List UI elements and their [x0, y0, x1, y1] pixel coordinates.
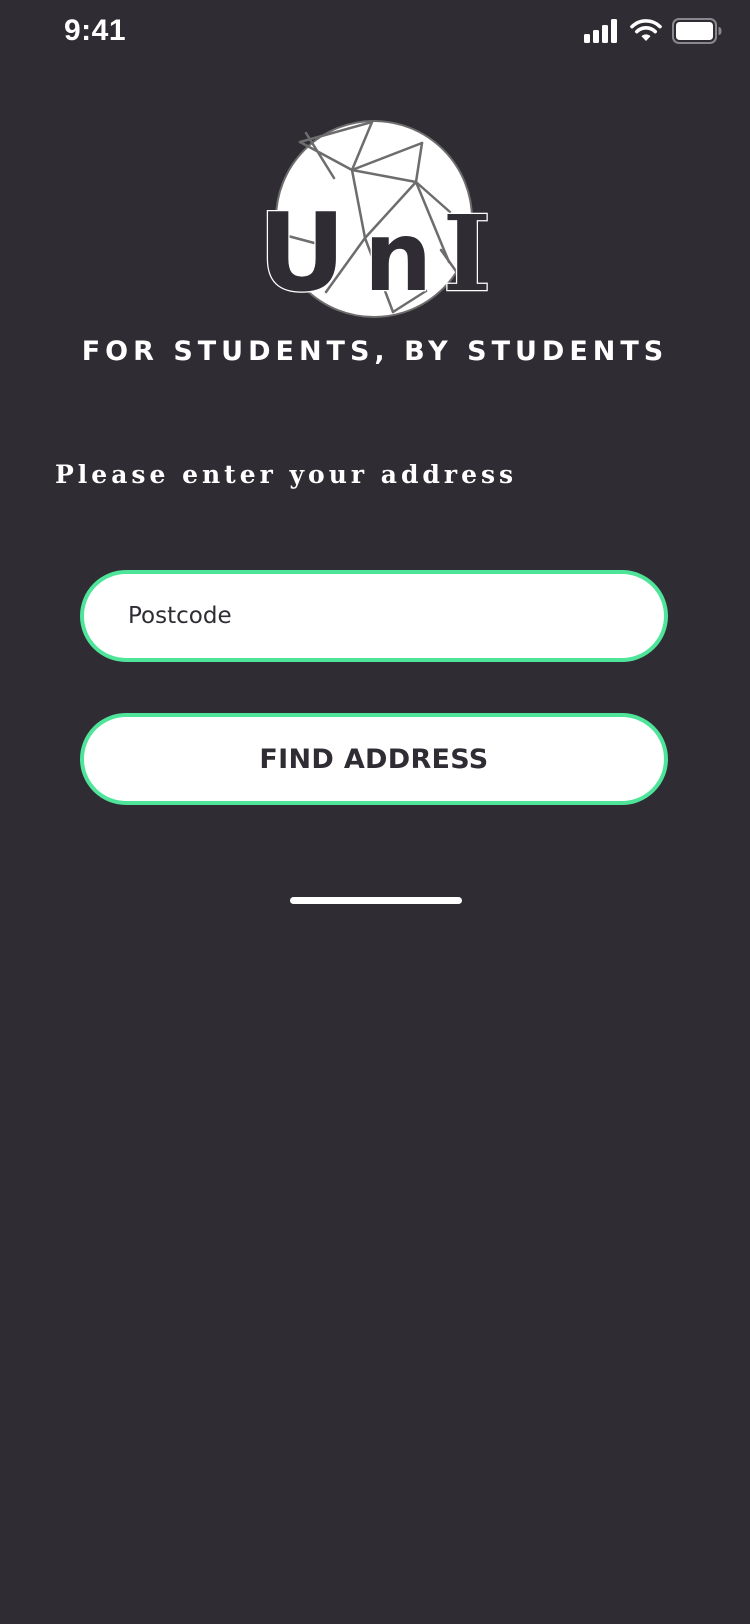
tagline: FOR STUDENTS, BY STUDENTS — [81, 336, 669, 367]
uni-logo: U n I — [262, 120, 488, 318]
cellular-signal-icon — [584, 19, 617, 43]
status-bar: 9:41 — [0, 0, 750, 66]
home-indicator — [290, 897, 462, 904]
logo-letter-u: U — [262, 191, 346, 316]
postcode-field[interactable] — [80, 570, 668, 662]
find-address-label: FIND ADDRESS — [259, 743, 489, 775]
battery-icon — [672, 18, 722, 44]
find-address-button[interactable]: FIND ADDRESS — [80, 713, 668, 805]
postcode-input[interactable] — [128, 574, 628, 658]
address-prompt: Please enter your address — [55, 460, 518, 489]
logo-wordmark: U n I — [262, 190, 488, 318]
status-icons — [584, 16, 722, 46]
logo-letter-i: I — [443, 192, 488, 315]
status-time: 9:41 — [64, 14, 127, 47]
wifi-icon — [630, 19, 662, 41]
logo-letter-n: n — [364, 201, 432, 313]
